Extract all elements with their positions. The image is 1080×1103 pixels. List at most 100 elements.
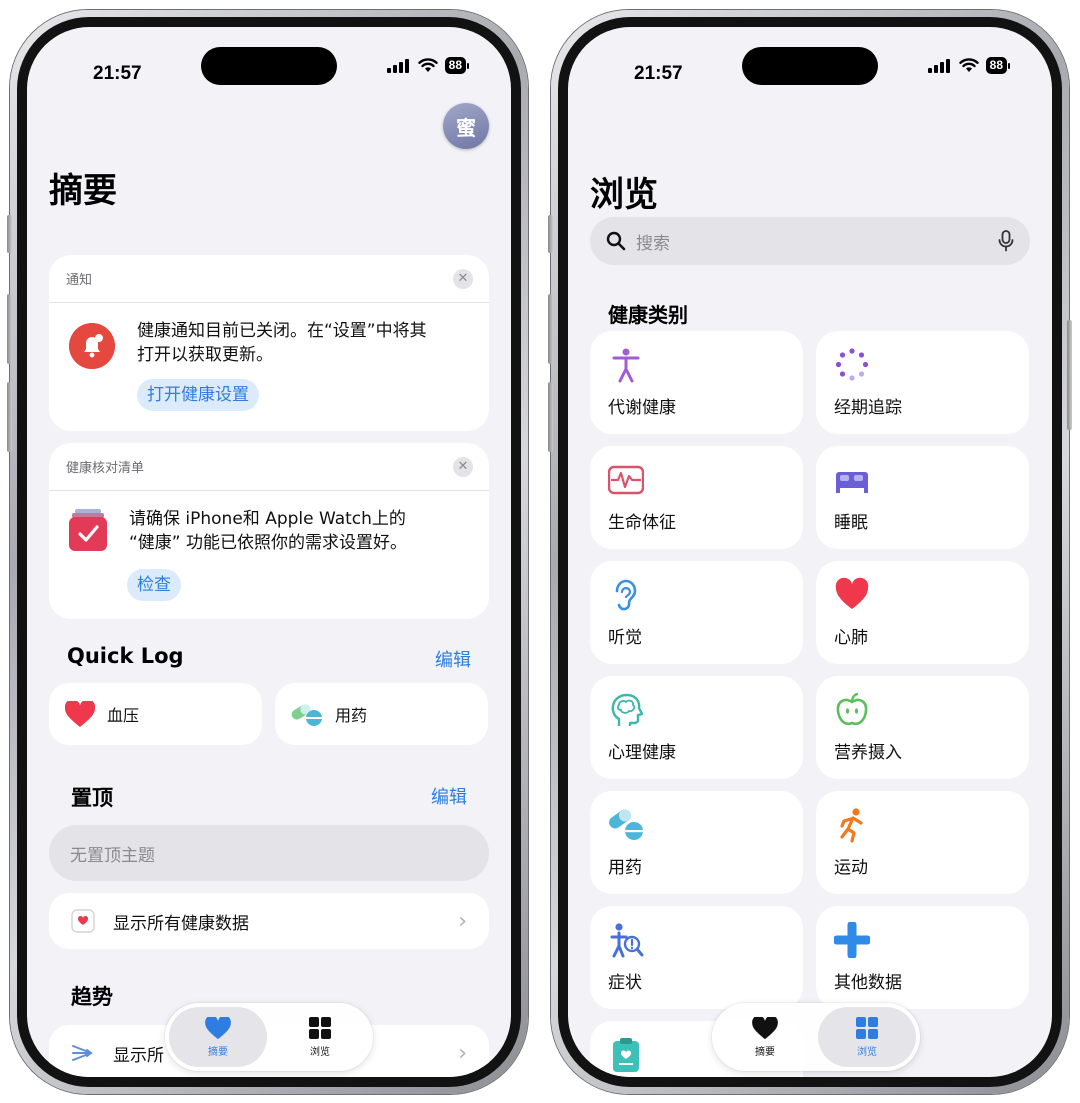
battery-cap — [467, 62, 469, 69]
tab-summary[interactable]: 摘要 — [716, 1007, 814, 1067]
brain-head-icon — [611, 693, 644, 726]
page-title: 摘要 — [49, 171, 117, 211]
category-mental-health[interactable]: 心理健康 — [590, 676, 803, 779]
checklist-card-title: 健康核对清单 — [66, 461, 145, 476]
heart-icon — [205, 1016, 231, 1039]
dynamic-island — [742, 47, 878, 85]
bezel: 21:57 88 蜜 摘要 通知 ✕ 健康通知目前已关闭。在“设置”中将其 打开… — [17, 17, 521, 1087]
tab-browse-label: 浏览 — [310, 1047, 330, 1058]
pinned-title: 置顶 — [71, 786, 113, 810]
cycle-dots-icon — [835, 348, 869, 381]
ear-icon — [615, 579, 637, 611]
category-label: 代谢健康 — [608, 398, 676, 418]
tab-summary-label: 摘要 — [755, 1046, 775, 1058]
heart-icon — [835, 577, 869, 609]
bed-icon — [836, 472, 868, 493]
close-icon[interactable]: ✕ — [453, 268, 473, 289]
tab-browse[interactable]: 浏览 — [818, 1007, 916, 1067]
category-vital-signs[interactable]: 生命体征 — [590, 446, 803, 549]
category-heart[interactable]: 心肺 — [816, 561, 1029, 664]
status-time: 21:57 — [93, 63, 142, 84]
health-app-icon — [71, 909, 95, 933]
checklist-card-header: 健康核对清单 ✕ — [49, 443, 489, 491]
action-button — [7, 215, 12, 253]
quick-log-item-label: 血压 — [107, 706, 140, 725]
tab-summary[interactable]: 摘要 — [169, 1007, 267, 1067]
battery-cap — [1008, 62, 1010, 69]
grid-icon — [856, 1017, 878, 1039]
trends-title: 趋势 — [71, 985, 113, 1009]
heart-icon — [752, 1016, 778, 1039]
quick-log-title: Quick Log — [67, 644, 184, 668]
power-button — [1067, 320, 1072, 430]
microphone-icon[interactable] — [998, 230, 1014, 252]
tab-browse[interactable]: 浏览 — [271, 1007, 369, 1067]
category-label: 运动 — [834, 858, 868, 878]
chevron-right-icon: › — [458, 1040, 467, 1066]
health-categories-title: 健康类别 — [608, 303, 688, 327]
battery-level: 88 — [444, 57, 466, 74]
search-bar[interactable]: 搜索 — [590, 217, 1030, 265]
browse-screen: 21:57 88 浏览 搜索 健康类别 代谢健康 经期追踪 生命体征 睡眠 听觉… — [568, 27, 1052, 1077]
category-other-data[interactable]: 其他数据 — [816, 906, 1029, 1009]
category-label: 营养摄入 — [834, 743, 902, 763]
clipboard-icon — [613, 1038, 639, 1072]
trends-row-label: 显示所 — [113, 1045, 164, 1066]
pills-icon — [291, 704, 322, 726]
quick-log-blood-pressure[interactable]: 血压 — [49, 683, 262, 745]
open-health-settings-button[interactable]: 打开健康设置 — [137, 379, 259, 411]
category-label: 听觉 — [608, 628, 642, 648]
notification-text-line1: 健康通知目前已关闭。在“设置”中将其 — [137, 321, 427, 341]
category-metabolic-health[interactable]: 代谢健康 — [590, 331, 803, 434]
check-button[interactable]: 检查 — [127, 569, 181, 601]
trend-arrows-icon — [72, 1045, 93, 1061]
no-pinned-topics-placeholder: 无置顶主题 — [49, 825, 489, 881]
search-input[interactable]: 搜索 — [636, 229, 670, 254]
page-title: 浏览 — [590, 175, 658, 215]
tab-summary-label: 摘要 — [208, 1046, 228, 1058]
category-label: 睡眠 — [834, 513, 868, 533]
category-label: 心肺 — [834, 628, 868, 648]
checklist-card: 健康核对清单 ✕ 请确保 iPhone和 Apple Watch上的 “健康” … — [49, 443, 489, 619]
bezel: 21:57 88 浏览 搜索 健康类别 代谢健康 经期追踪 生命体征 睡眠 听觉… — [558, 17, 1062, 1087]
volume-up-button — [7, 294, 12, 364]
category-label: 用药 — [608, 858, 642, 878]
pills-icon — [609, 809, 643, 840]
cellular-signal-icon — [927, 58, 950, 73]
phone-frame-summary: 21:57 88 蜜 摘要 通知 ✕ 健康通知目前已关闭。在“设置”中将其 打开… — [7, 10, 528, 1094]
close-icon[interactable]: ✕ — [453, 456, 473, 477]
battery-level: 88 — [985, 57, 1007, 74]
plus-icon — [834, 922, 870, 958]
pinned-edit-link[interactable]: 编辑 — [431, 783, 467, 809]
category-label: 经期追踪 — [834, 398, 902, 418]
bell-badge-icon — [69, 323, 115, 369]
category-nutrition[interactable]: 营养摄入 — [816, 676, 1029, 779]
category-sleep[interactable]: 睡眠 — [816, 446, 1029, 549]
figure-icon — [612, 348, 640, 383]
volume-down-button — [7, 382, 12, 452]
notification-card-header: 通知 ✕ — [49, 255, 489, 303]
status-time: 21:57 — [634, 63, 683, 84]
category-symptoms[interactable]: 症状 — [590, 906, 803, 1009]
category-medications[interactable]: 用药 — [590, 791, 803, 894]
category-activity[interactable]: 运动 — [816, 791, 1029, 894]
category-cycle-tracking[interactable]: 经期追踪 — [816, 331, 1029, 434]
checklist-text-line2: “健康” 功能已依照你的需求设置好。 — [129, 533, 408, 553]
heart-icon — [65, 700, 95, 727]
cellular-signal-icon — [386, 58, 409, 73]
checklist-icon — [69, 509, 107, 551]
category-hearing[interactable]: 听觉 — [590, 561, 803, 664]
search-icon — [606, 231, 626, 251]
avatar[interactable]: 蜜 — [443, 103, 489, 149]
quick-log-medication[interactable]: 用药 — [275, 683, 488, 745]
show-all-health-data-row[interactable]: 显示所有健康数据 › — [49, 893, 489, 949]
volume-up-button — [548, 294, 553, 364]
phone-frame-browse: 21:57 88 浏览 搜索 健康类别 代谢健康 经期追踪 生命体征 睡眠 听觉… — [548, 10, 1072, 1094]
quick-log-edit-link[interactable]: 编辑 — [435, 646, 471, 672]
volume-down-button — [548, 382, 553, 452]
apple-icon — [836, 692, 868, 726]
tab-bar: 摘要 浏览 — [165, 1003, 373, 1071]
category-label: 症状 — [608, 973, 642, 993]
show-all-health-data-label: 显示所有健康数据 — [113, 913, 249, 934]
tab-browse-label: 浏览 — [857, 1047, 877, 1058]
